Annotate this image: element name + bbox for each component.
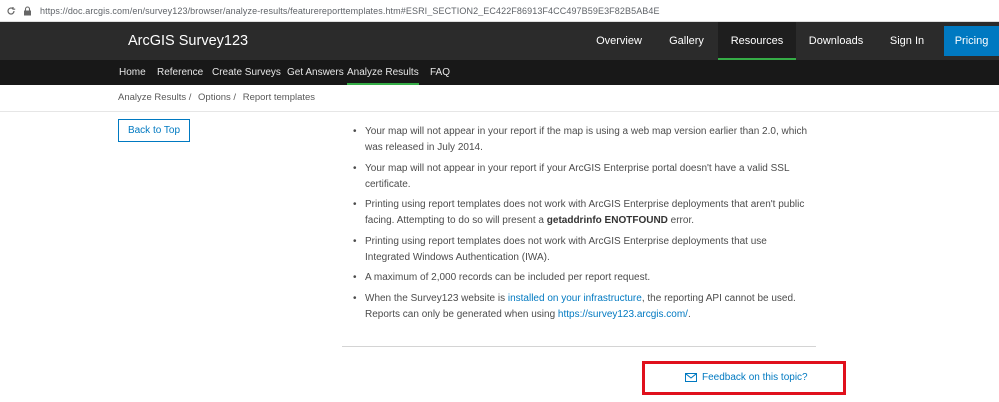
list-item: A maximum of 2,000 records can be includ…	[352, 270, 817, 286]
list-item: Your map will not appear in your report …	[352, 124, 817, 156]
url-text[interactable]: https://doc.arcgis.com/en/survey123/brow…	[40, 6, 660, 16]
feedback-label[interactable]: Feedback on this topic?	[702, 372, 808, 383]
survey123-website-link[interactable]: https://survey123.arcgis.com/	[558, 309, 688, 320]
breadcrumb-options[interactable]: Options /	[198, 92, 236, 103]
content-divider	[342, 346, 816, 347]
subnav-analyze-results[interactable]: Analyze Results	[347, 60, 419, 85]
list-item: Printing using report templates does not…	[352, 234, 817, 266]
installed-on-infrastructure-link[interactable]: installed on your infrastructure	[508, 293, 642, 304]
subnav-create-surveys[interactable]: Create Surveys	[212, 60, 281, 85]
nav-sign-in[interactable]: Sign In	[876, 22, 938, 60]
sub-navigation: Home Reference Create Surveys Get Answer…	[0, 60, 999, 85]
feedback-link[interactable]: Feedback on this topic?	[685, 372, 808, 383]
nav-downloads[interactable]: Downloads	[796, 22, 876, 60]
pricing-button[interactable]: Pricing	[944, 26, 999, 56]
error-code: getaddrinfo ENOTFOUND	[546, 215, 668, 226]
back-to-top-button[interactable]: Back to Top	[118, 119, 190, 142]
top-navigation: ArcGIS Survey123 Overview Gallery Resour…	[0, 22, 999, 60]
refresh-icon[interactable]	[6, 6, 16, 16]
breadcrumb-analyze-results[interactable]: Analyze Results /	[118, 92, 191, 103]
breadcrumb: Analyze Results / Options / Report templ…	[118, 92, 319, 103]
list-item: When the Survey123 website is installed …	[352, 291, 817, 323]
subnav-get-answers[interactable]: Get Answers	[287, 60, 344, 85]
nav-gallery[interactable]: Gallery	[655, 22, 718, 60]
breadcrumb-divider	[0, 111, 999, 112]
subnav-faq[interactable]: FAQ	[430, 60, 450, 85]
list-item: Your map will not appear in your report …	[352, 161, 817, 193]
subnav-home[interactable]: Home	[119, 60, 146, 85]
nav-overview[interactable]: Overview	[583, 22, 655, 60]
subnav-reference[interactable]: Reference	[157, 60, 203, 85]
address-bar[interactable]: https://doc.arcgis.com/en/survey123/brow…	[0, 0, 999, 22]
limitations-list: Your map will not appear in your report …	[352, 124, 817, 327]
mail-icon	[685, 373, 697, 382]
breadcrumb-report-templates[interactable]: Report templates	[243, 92, 315, 103]
list-item: Printing using report templates does not…	[352, 197, 817, 229]
brand-title[interactable]: ArcGIS Survey123	[128, 22, 248, 60]
nav-resources[interactable]: Resources	[718, 22, 796, 60]
lock-icon[interactable]	[22, 5, 32, 16]
